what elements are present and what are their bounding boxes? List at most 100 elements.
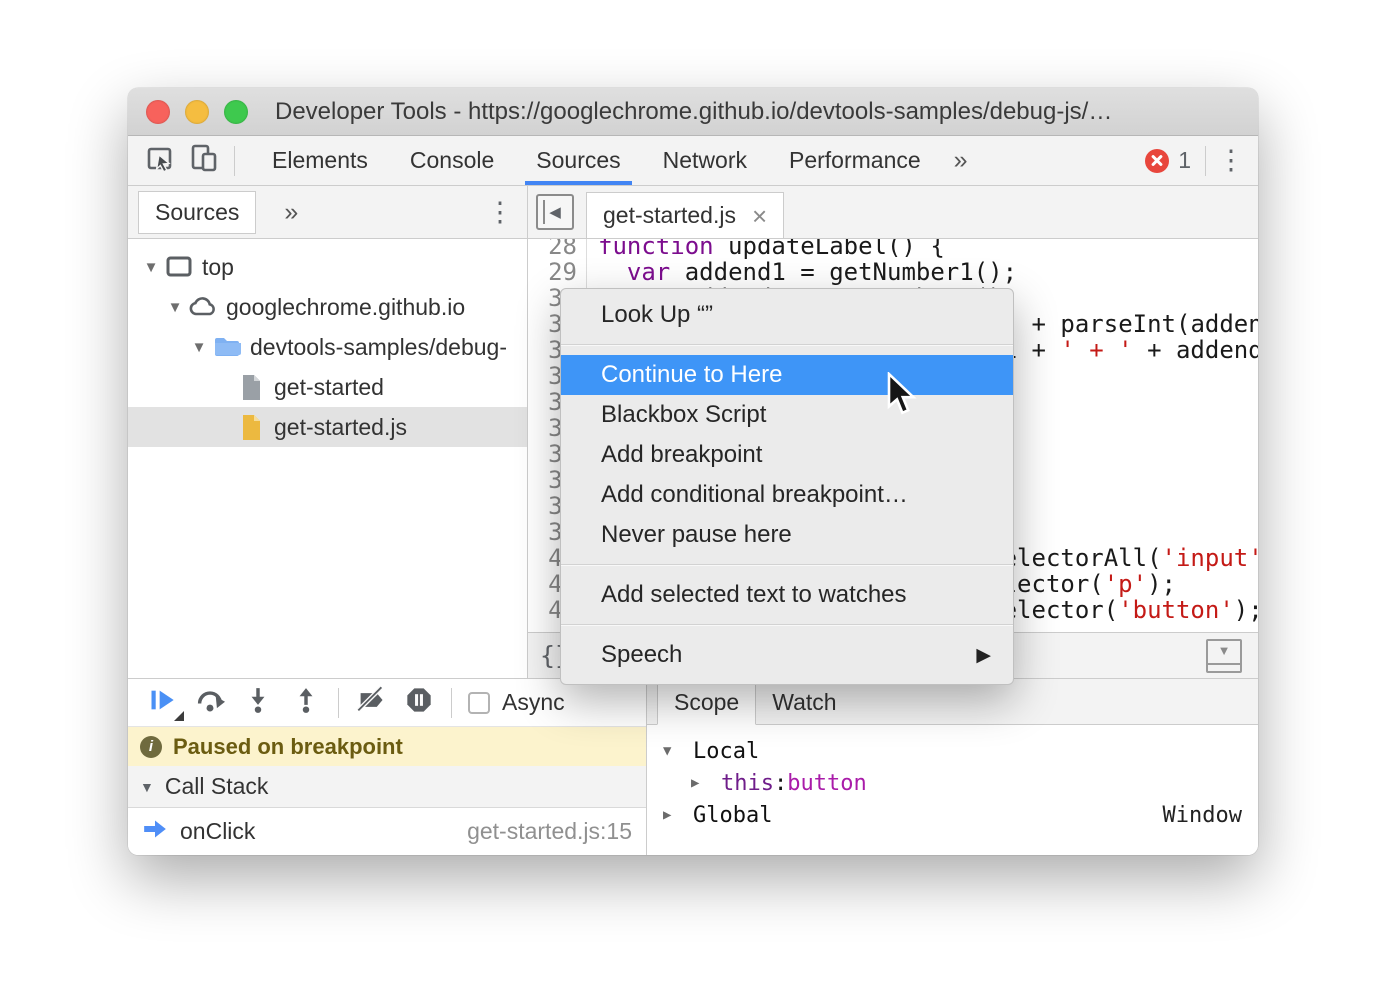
step-into-icon bbox=[245, 686, 271, 719]
paused-banner: i Paused on breakpoint bbox=[128, 727, 646, 766]
kebab-menu-icon[interactable]: ⋮ bbox=[1214, 147, 1248, 174]
step-into-button[interactable] bbox=[234, 683, 282, 723]
error-status[interactable]: 1 bbox=[1145, 147, 1191, 174]
minimize-window-button[interactable] bbox=[185, 100, 209, 124]
mouse-cursor bbox=[886, 372, 922, 423]
tab-network[interactable]: Network bbox=[660, 136, 750, 185]
tree-item-devtools-samples-debug[interactable]: ▼devtools-samples/debug- bbox=[128, 327, 527, 367]
tree-item-get-started[interactable]: get-started bbox=[128, 367, 527, 407]
navigator-sidebar: Sources » ⋮ ▼top▼googlechrome.github.io▼… bbox=[128, 186, 528, 678]
frame-location-link[interactable]: get-started.js:15 bbox=[467, 818, 632, 845]
menu-item-add-breakpoint[interactable]: Add breakpoint bbox=[561, 435, 1013, 475]
toolbar-divider bbox=[1205, 146, 1206, 176]
menu-item-speech[interactable]: Speech ▶ bbox=[561, 635, 1013, 675]
menu-item-label: Add selected text to watches bbox=[601, 581, 907, 609]
chevron-right-icon[interactable]: ▶ bbox=[663, 807, 693, 823]
chevron-down-icon[interactable]: ▼ bbox=[663, 743, 693, 759]
call-stack-header[interactable]: ▼ Call Stack bbox=[128, 766, 646, 808]
tree-item-top[interactable]: ▼ top bbox=[128, 247, 527, 287]
menu-item-continue-to-here[interactable]: Continue to Here bbox=[561, 355, 1013, 395]
debugger-toolbar-divider bbox=[451, 688, 452, 718]
more-panes-button[interactable]: » bbox=[284, 198, 298, 227]
step-over-button[interactable] bbox=[186, 683, 234, 723]
chevron-right-icon[interactable]: ▶ bbox=[691, 775, 721, 791]
step-out-button[interactable] bbox=[282, 683, 330, 723]
scope-property-this[interactable]: ▶this: button bbox=[647, 767, 1258, 799]
tree-item-googlechrome-github-io[interactable]: ▼googlechrome.github.io bbox=[128, 287, 527, 327]
close-window-button[interactable] bbox=[146, 100, 170, 124]
chevron-down-icon[interactable]: ▼ bbox=[162, 299, 188, 316]
submenu-arrow-icon: ▶ bbox=[976, 644, 991, 667]
tab-performance[interactable]: Performance bbox=[786, 136, 924, 185]
async-label: Async bbox=[502, 689, 565, 716]
code-token: 'input' bbox=[1162, 544, 1258, 572]
menu-item-label: Blackbox Script bbox=[601, 401, 766, 429]
toggle-navigator-button[interactable]: ◀ bbox=[536, 194, 574, 230]
file-tree: ▼ top ▼googlechrome.github.io▼devtools-sam… bbox=[128, 239, 527, 678]
pause-on-exceptions-button[interactable] bbox=[395, 683, 443, 723]
editor-tab[interactable]: get-started.js × bbox=[586, 192, 784, 238]
menu-item-never-pause-here[interactable]: Never pause here bbox=[561, 515, 1013, 555]
left-triangle-icon: ◀ bbox=[549, 203, 561, 221]
code-token: ); bbox=[1147, 570, 1176, 598]
menu-item-add-conditional-breakpoint[interactable]: Add conditional breakpoint… bbox=[561, 475, 1013, 515]
scope-section-label: Local bbox=[693, 739, 759, 764]
async-checkbox[interactable] bbox=[468, 692, 490, 714]
menu-separator bbox=[561, 564, 1013, 566]
code-token: updateLabel() { bbox=[714, 239, 945, 260]
drawer-toggle-icon[interactable]: ▼ bbox=[1206, 639, 1242, 673]
zoom-window-button[interactable] bbox=[224, 100, 248, 124]
scope-section-value: Window bbox=[1163, 803, 1242, 828]
debugger-section: Async i Paused on breakpoint ▼ Call Stac… bbox=[128, 678, 1258, 855]
chevron-down-icon[interactable]: ▼ bbox=[186, 339, 212, 356]
line-number[interactable]: 28 bbox=[528, 239, 587, 259]
line-number[interactable]: 29 bbox=[528, 259, 587, 285]
code-text[interactable]: function updateLabel() { bbox=[587, 239, 945, 259]
tab-sources[interactable]: Sources bbox=[533, 136, 623, 185]
tab-sources-pane[interactable]: Sources bbox=[138, 191, 256, 234]
kebab-menu-icon[interactable]: ⋮ bbox=[483, 199, 517, 226]
tree-item-get-started-js[interactable]: get-started.js bbox=[128, 407, 527, 447]
device-toolbar-button[interactable] bbox=[182, 141, 226, 181]
tab-watch[interactable]: Watch bbox=[756, 681, 852, 724]
debugger-pane: Async i Paused on breakpoint ▼ Call Stac… bbox=[128, 679, 647, 855]
code-token: 'button' bbox=[1118, 596, 1234, 624]
tab-scope[interactable]: Scope bbox=[657, 680, 756, 725]
menu-item-label: Speech bbox=[601, 641, 682, 669]
error-icon bbox=[1145, 149, 1169, 173]
cloud-icon bbox=[188, 293, 218, 321]
tab-elements[interactable]: Elements bbox=[269, 136, 371, 185]
menu-item-add-selected-text-to-watches[interactable]: Add selected text to watches bbox=[561, 575, 1013, 615]
titlebar[interactable]: Developer Tools - https://googlechrome.g… bbox=[128, 88, 1258, 136]
debugger-toolbar-divider bbox=[338, 688, 339, 718]
toolbar-divider bbox=[234, 146, 235, 176]
menu-item-blackbox-script[interactable]: Blackbox Script bbox=[561, 395, 1013, 435]
current-frame-arrow-icon bbox=[142, 816, 168, 848]
tree-item-label: top bbox=[202, 254, 234, 281]
call-stack-list: onClickget-started.js:15 bbox=[128, 808, 646, 855]
main-toolbar: Elements Console Sources Network Performance… bbox=[128, 136, 1258, 186]
resume-script-button[interactable] bbox=[138, 683, 186, 723]
menu-item-label: Add conditional breakpoint… bbox=[601, 481, 908, 509]
tab-console[interactable]: Console bbox=[407, 136, 497, 185]
code-text[interactable]: var addend1 = getNumber1(); bbox=[587, 259, 1017, 285]
menu-item-look-up[interactable]: Look Up “” bbox=[561, 295, 1013, 335]
deactivate-breakpoints-button[interactable] bbox=[347, 683, 395, 723]
error-count: 1 bbox=[1178, 147, 1191, 174]
down-triangle-icon: ▼ bbox=[1218, 641, 1231, 661]
scope-section-global[interactable]: ▶GlobalWindow bbox=[647, 799, 1258, 831]
property-value: button bbox=[787, 771, 866, 796]
more-panels-button[interactable]: » bbox=[954, 146, 968, 175]
code-token: 'p' bbox=[1104, 570, 1147, 598]
scope-section-local[interactable]: ▼Local bbox=[647, 735, 1258, 767]
device-toolbar-icon bbox=[187, 142, 221, 179]
async-toggle[interactable]: Async bbox=[468, 689, 565, 716]
chevron-down-icon[interactable]: ▼ bbox=[138, 259, 164, 276]
drawer-icon-line bbox=[1208, 663, 1240, 671]
call-stack-frame[interactable]: onClickget-started.js:15 bbox=[128, 808, 646, 855]
code-token: ); bbox=[1234, 596, 1258, 624]
menu-item-label: Look Up “” bbox=[601, 301, 713, 329]
editor-tab-label: get-started.js bbox=[603, 202, 736, 229]
inspect-element-button[interactable] bbox=[138, 141, 182, 181]
close-icon[interactable]: × bbox=[752, 203, 767, 229]
